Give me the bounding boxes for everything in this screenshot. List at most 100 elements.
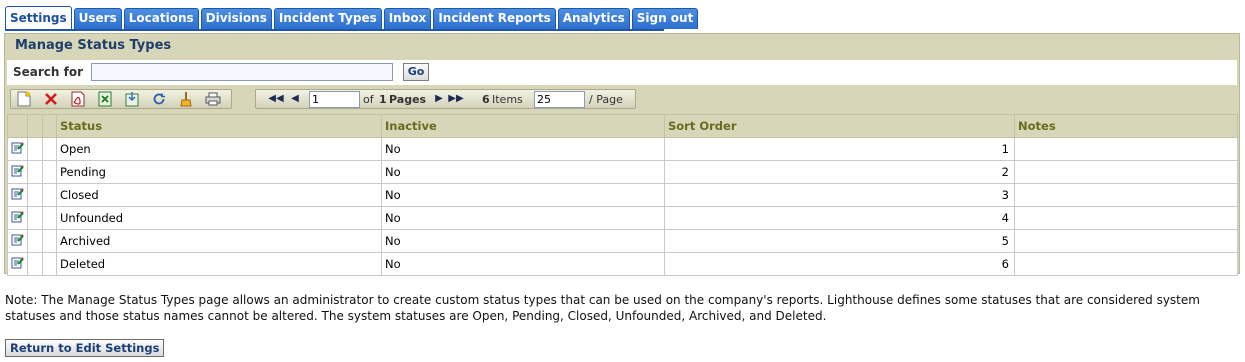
- status-types-table: Status Inactive Sort Order Notes Open No 1…: [7, 114, 1238, 276]
- notes-cell: [1014, 252, 1238, 276]
- previous-page-icon[interactable]: ◀: [287, 92, 303, 106]
- table-row: Unfounded No 4: [7, 206, 1238, 230]
- row-blank-cell: [27, 160, 43, 184]
- sort-order-cell: 6: [664, 252, 1015, 276]
- main-tab-bar: Settings Users Locations Divisions Incid…: [5, 6, 699, 30]
- clear-filter-icon[interactable]: [176, 91, 196, 107]
- last-page-icon[interactable]: ▶▶: [448, 92, 464, 106]
- inactive-cell: No: [381, 137, 665, 161]
- tab-incident-types[interactable]: Incident Types: [273, 8, 382, 29]
- row-blank-cell: [27, 229, 43, 253]
- page-of-label: of: [363, 93, 374, 106]
- next-page-icon[interactable]: ▶: [431, 92, 447, 106]
- tab-locations[interactable]: Locations: [123, 8, 199, 29]
- header-blank-2: [42, 114, 57, 138]
- print-icon[interactable]: [203, 91, 223, 107]
- pdf-export-icon[interactable]: [68, 91, 88, 107]
- table-row: Pending No 2: [7, 160, 1238, 184]
- excel-export-icon[interactable]: [95, 91, 115, 107]
- search-row: Search for Go: [7, 60, 1237, 85]
- status-cell: Unfounded: [56, 206, 382, 230]
- pages-label: Pages: [389, 93, 427, 106]
- items-label: Items: [492, 93, 523, 106]
- table-row: Archived No 5: [7, 229, 1238, 253]
- row-blank-cell: [27, 137, 43, 161]
- edit-icon[interactable]: [11, 188, 24, 203]
- item-count: 6: [482, 93, 490, 106]
- row-blank-cell: [27, 252, 43, 276]
- header-notes[interactable]: Notes: [1014, 114, 1238, 138]
- status-cell: Pending: [56, 160, 382, 184]
- edit-icon[interactable]: [11, 165, 24, 180]
- delete-icon[interactable]: [41, 91, 61, 107]
- status-cell: Closed: [56, 183, 382, 207]
- refresh-icon[interactable]: [149, 91, 169, 107]
- row-blank-cell: [42, 137, 57, 161]
- status-types-panel: Manage Status Types Search for Go ◀◀ ◀ 1…: [4, 33, 1240, 276]
- row-blank-cell: [27, 206, 43, 230]
- table-row: Open No 1: [7, 137, 1238, 161]
- tab-divisions[interactable]: Divisions: [200, 8, 272, 29]
- sort-order-cell: 3: [664, 183, 1015, 207]
- tab-settings[interactable]: Settings: [5, 6, 72, 30]
- new-icon[interactable]: [14, 91, 34, 107]
- row-blank-cell: [27, 183, 43, 207]
- sort-order-cell: 5: [664, 229, 1015, 253]
- first-page-icon[interactable]: ◀◀: [268, 92, 284, 106]
- row-edit-cell: [7, 137, 28, 161]
- header-sort-order[interactable]: Sort Order: [664, 114, 1015, 138]
- header-inactive[interactable]: Inactive: [381, 114, 665, 138]
- header-edit: [7, 114, 28, 138]
- notes-cell: [1014, 137, 1238, 161]
- tab-users[interactable]: Users: [73, 8, 122, 29]
- action-icon-group: [10, 89, 232, 109]
- search-input[interactable]: [91, 63, 393, 81]
- header-status[interactable]: Status: [56, 114, 382, 138]
- edit-icon[interactable]: [11, 257, 24, 272]
- import-icon[interactable]: [122, 91, 142, 107]
- notes-cell: [1014, 183, 1238, 207]
- grid-toolbar: ◀◀ ◀ of 1 Pages ▶ ▶▶ 6 Items / Page: [7, 89, 1237, 111]
- inactive-cell: No: [381, 252, 665, 276]
- inactive-cell: No: [381, 160, 665, 184]
- header-blank-1: [27, 114, 43, 138]
- row-blank-cell: [42, 229, 57, 253]
- page-title: Manage Status Types: [15, 38, 172, 53]
- inactive-cell: No: [381, 183, 665, 207]
- row-edit-cell: [7, 229, 28, 253]
- status-cell: Open: [56, 137, 382, 161]
- return-to-edit-settings-button[interactable]: Return to Edit Settings: [5, 339, 165, 357]
- row-blank-cell: [42, 206, 57, 230]
- page-number-input[interactable]: [309, 91, 360, 108]
- row-edit-cell: [7, 252, 28, 276]
- row-edit-cell: [7, 206, 28, 230]
- status-cell: Archived: [56, 229, 382, 253]
- tab-inbox[interactable]: Inbox: [383, 8, 432, 29]
- tab-underline: [5, 29, 664, 31]
- row-edit-cell: [7, 160, 28, 184]
- tab-incident-reports[interactable]: Incident Reports: [433, 8, 556, 29]
- pager: ◀◀ ◀ of 1 Pages ▶ ▶▶ 6 Items / Page: [255, 89, 636, 109]
- row-blank-cell: [42, 160, 57, 184]
- notes-cell: [1014, 206, 1238, 230]
- tab-analytics[interactable]: Analytics: [557, 8, 630, 29]
- go-button[interactable]: Go: [403, 63, 429, 81]
- sort-order-cell: 2: [664, 160, 1015, 184]
- row-blank-cell: [42, 252, 57, 276]
- total-pages: 1: [379, 93, 387, 106]
- page-size-input[interactable]: [534, 91, 585, 108]
- search-label: Search for: [13, 65, 84, 79]
- edit-icon[interactable]: [11, 211, 24, 226]
- edit-icon[interactable]: [11, 234, 24, 249]
- row-blank-cell: [42, 183, 57, 207]
- tab-sign-out[interactable]: Sign out: [631, 8, 699, 29]
- inactive-cell: No: [381, 229, 665, 253]
- page-note: Note: The Manage Status Types page allow…: [5, 293, 1200, 323]
- per-page-label: / Page: [589, 93, 623, 106]
- table-row: Closed No 3: [7, 183, 1238, 207]
- edit-icon[interactable]: [11, 142, 24, 157]
- inactive-cell: No: [381, 206, 665, 230]
- sort-order-cell: 1: [664, 137, 1015, 161]
- status-cell: Deleted: [56, 252, 382, 276]
- table-header-row: Status Inactive Sort Order Notes: [7, 114, 1238, 138]
